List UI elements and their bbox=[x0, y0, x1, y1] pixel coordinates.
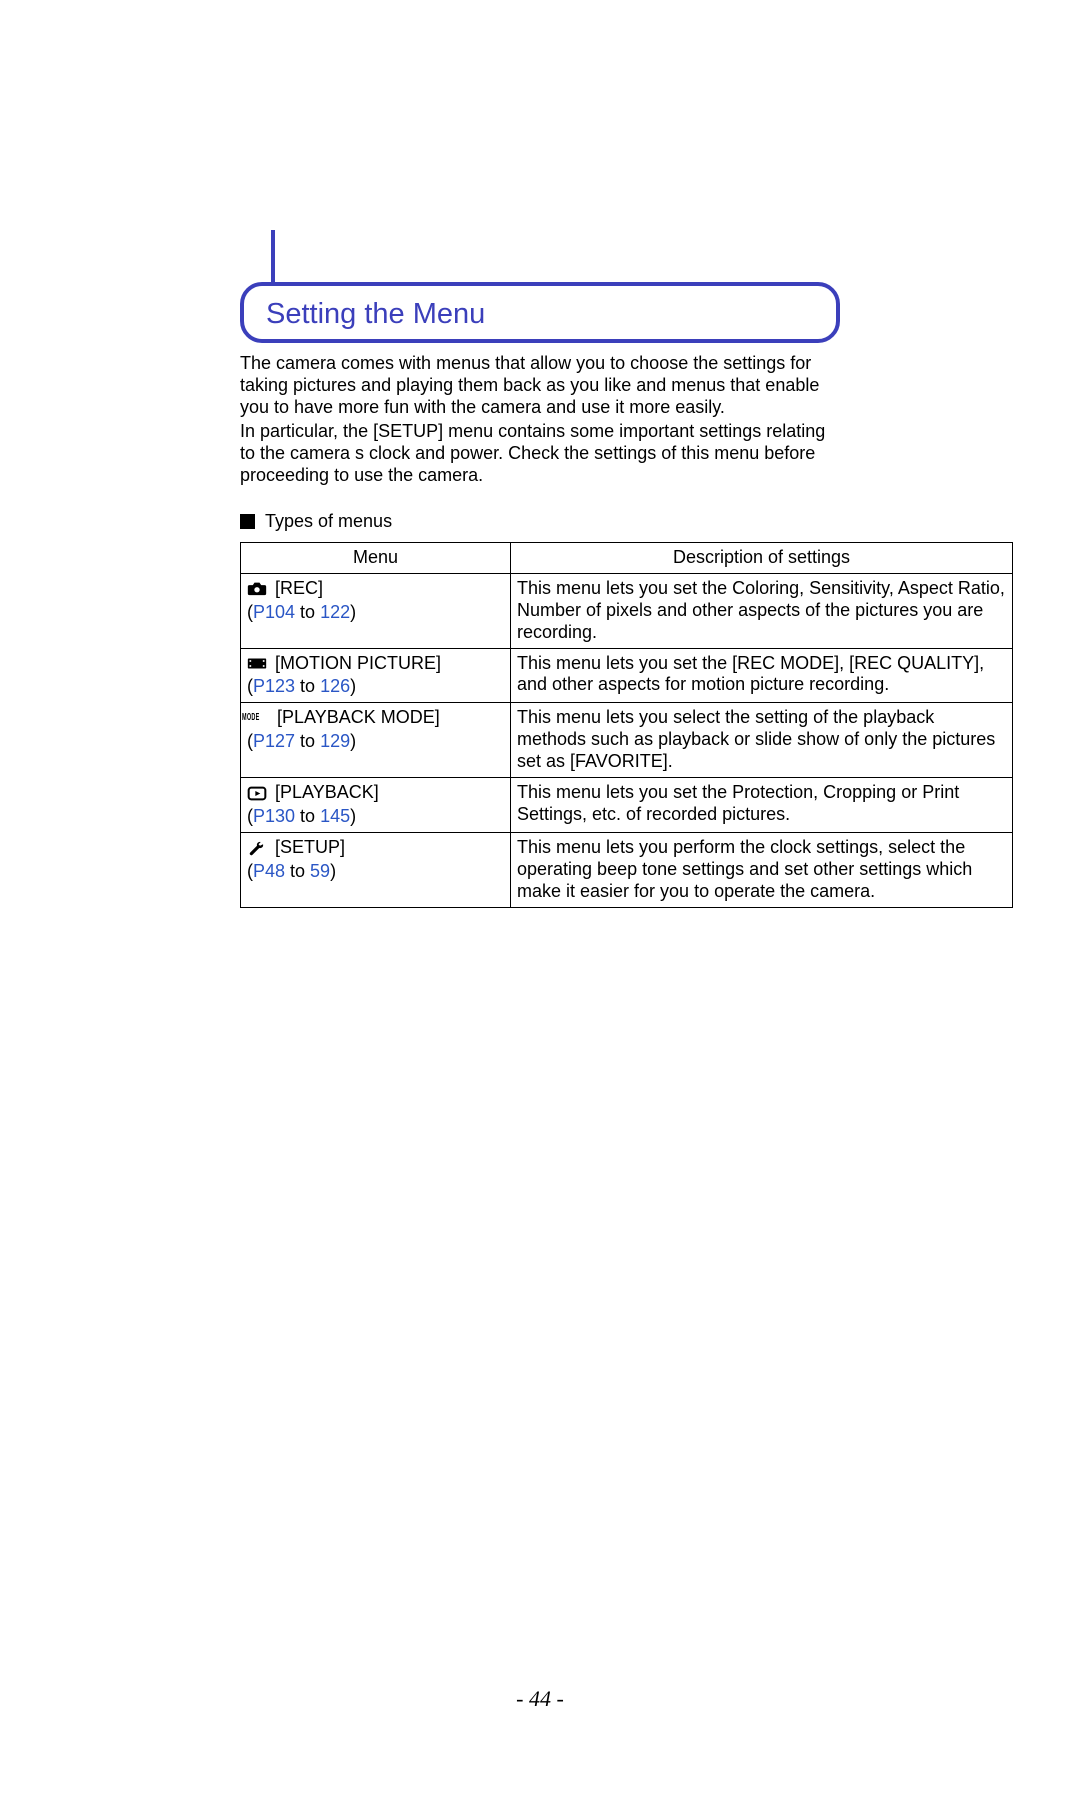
ref-mid: to bbox=[295, 602, 320, 622]
page-link[interactable]: P48 bbox=[253, 861, 285, 881]
menu-cell-rec: [REC] (P104 to 122) bbox=[241, 573, 511, 648]
page-reference: (P123 to 126) bbox=[247, 676, 504, 698]
camera-icon bbox=[247, 581, 267, 597]
ref-close: ) bbox=[350, 676, 356, 696]
playback-icon bbox=[247, 785, 267, 801]
page-reference: (P130 to 145) bbox=[247, 806, 504, 828]
ref-mid: to bbox=[285, 861, 310, 881]
menu-label: [PLAYBACK MODE] bbox=[277, 707, 440, 729]
menu-cell-playback: [PLAYBACK] (P130 to 145) bbox=[241, 778, 511, 833]
menu-label: [PLAYBACK] bbox=[275, 782, 379, 804]
ref-close: ) bbox=[350, 806, 356, 826]
page-link[interactable]: 129 bbox=[320, 731, 350, 751]
subheading-row: Types of menus bbox=[240, 511, 840, 532]
menu-label: [MOTION PICTURE] bbox=[275, 653, 441, 675]
menu-cell-motion-picture: [MOTION PICTURE] (P123 to 126) bbox=[241, 648, 511, 703]
table-row: MODE [PLAYBACK MODE] (P127 to 129) This … bbox=[241, 703, 1013, 778]
desc-cell: This menu lets you set the Protection, C… bbox=[511, 778, 1013, 833]
page-number: - 44 - bbox=[0, 1686, 1080, 1712]
intro-paragraph-1: The camera comes with menus that allow y… bbox=[240, 353, 840, 419]
mode-glyph: MODE bbox=[242, 712, 260, 724]
menu-label: [SETUP] bbox=[275, 837, 345, 859]
table-row: [REC] (P104 to 122) This menu lets you s… bbox=[241, 573, 1013, 648]
table-row: [SETUP] (P48 to 59) This menu lets you p… bbox=[241, 833, 1013, 908]
movie-icon bbox=[247, 656, 267, 672]
page-reference: (P127 to 129) bbox=[247, 731, 504, 753]
page-reference: (P104 to 122) bbox=[247, 602, 504, 624]
table-row: [MOTION PICTURE] (P123 to 126) This menu… bbox=[241, 648, 1013, 703]
page-link[interactable]: 59 bbox=[310, 861, 330, 881]
table-header-row: Menu Description of settings bbox=[241, 542, 1013, 573]
page-link[interactable]: 126 bbox=[320, 676, 350, 696]
desc-cell: This menu lets you set the Coloring, Sen… bbox=[511, 573, 1013, 648]
menu-cell-setup: [SETUP] (P48 to 59) bbox=[241, 833, 511, 908]
page-link[interactable]: P130 bbox=[253, 806, 295, 826]
page-link[interactable]: P127 bbox=[253, 731, 295, 751]
desc-cell: This menu lets you set the [REC MODE], [… bbox=[511, 648, 1013, 703]
mode-icon: MODE bbox=[247, 710, 269, 726]
ref-mid: to bbox=[295, 676, 320, 696]
menu-cell-playback-mode: MODE [PLAYBACK MODE] (P127 to 129) bbox=[241, 703, 511, 778]
subheading-text: Types of menus bbox=[265, 511, 392, 532]
page-link[interactable]: 122 bbox=[320, 602, 350, 622]
ref-close: ) bbox=[330, 861, 336, 881]
ref-close: ) bbox=[350, 731, 356, 751]
table-header-menu: Menu bbox=[241, 542, 511, 573]
page-link[interactable]: 145 bbox=[320, 806, 350, 826]
intro-text: The camera comes with menus that allow y… bbox=[240, 353, 840, 487]
ref-mid: to bbox=[295, 806, 320, 826]
page: Setting the Menu The camera comes with m… bbox=[0, 282, 1080, 1808]
desc-cell: This menu lets you select the setting of… bbox=[511, 703, 1013, 778]
menu-label: [REC] bbox=[275, 578, 323, 600]
page-reference: (P48 to 59) bbox=[247, 861, 504, 883]
ref-mid: to bbox=[295, 731, 320, 751]
bullet-square-icon bbox=[240, 514, 255, 529]
table-header-desc: Description of settings bbox=[511, 542, 1013, 573]
intro-paragraph-2: In particular, the [SETUP] menu contains… bbox=[240, 421, 840, 487]
desc-cell: This menu lets you perform the clock set… bbox=[511, 833, 1013, 908]
page-title: Setting the Menu bbox=[266, 298, 814, 331]
heading-frame: Setting the Menu bbox=[240, 282, 840, 343]
page-link[interactable]: P123 bbox=[253, 676, 295, 696]
setup-icon bbox=[247, 840, 267, 856]
page-link[interactable]: P104 bbox=[253, 602, 295, 622]
table-row: [PLAYBACK] (P130 to 145) This menu lets … bbox=[241, 778, 1013, 833]
menu-table: Menu Description of settings bbox=[240, 542, 1013, 908]
ref-close: ) bbox=[350, 602, 356, 622]
